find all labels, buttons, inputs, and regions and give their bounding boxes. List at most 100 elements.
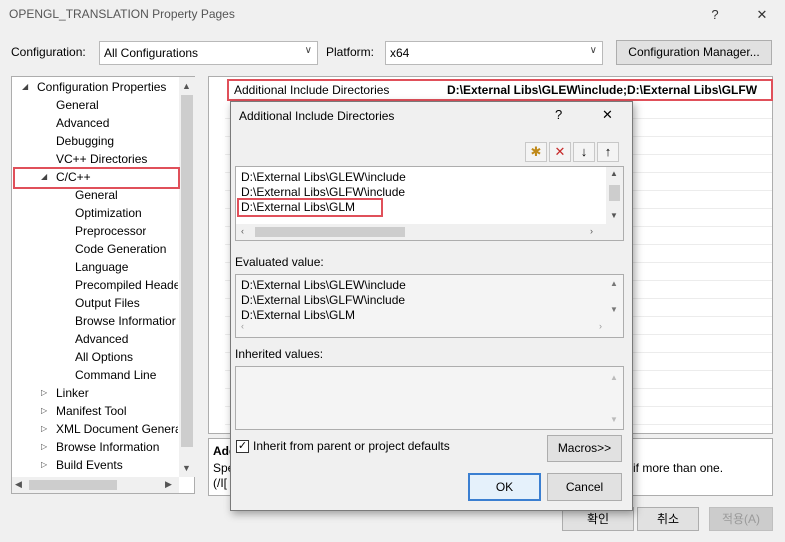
tree-item[interactable]: Precompiled Heade xyxy=(12,276,178,294)
scroll-thumb[interactable] xyxy=(609,185,620,201)
collapsed-icon[interactable]: ▷ xyxy=(41,384,51,402)
scroll-left-icon[interactable]: ◀ xyxy=(15,479,22,490)
tree-item[interactable]: Language xyxy=(12,258,178,276)
tree-item[interactable]: ▷ Manifest Tool xyxy=(12,402,178,420)
configuration-manager-button[interactable]: Configuration Manager... xyxy=(616,40,772,65)
tree-item[interactable]: ▷ XML Document Genera xyxy=(12,420,178,438)
evaluated-line: D:\External Libs\GLM xyxy=(241,308,356,322)
tree-horizontal-scrollbar[interactable]: ◀ ▶ xyxy=(12,477,179,493)
list-item[interactable]: D:\External Libs\GLEW\include xyxy=(241,170,406,185)
inherit-checkbox[interactable]: ✓ xyxy=(236,440,249,453)
tree-item[interactable]: Output Files xyxy=(12,294,178,312)
scroll-right-icon[interactable]: ▶ xyxy=(165,479,172,490)
chevron-down-icon: ∨ xyxy=(304,45,312,56)
collapsed-icon[interactable]: ▷ xyxy=(41,420,51,438)
tree-item-label: Manifest Tool xyxy=(56,404,127,418)
scroll-right-icon[interactable]: › xyxy=(590,226,593,236)
macros-button[interactable]: Macros>> xyxy=(547,435,622,462)
tree-item[interactable]: Code Generation xyxy=(12,240,178,258)
collapsed-icon[interactable]: ▷ xyxy=(41,438,51,456)
scroll-up-icon[interactable]: ▲ xyxy=(182,81,191,91)
scroll-up-icon[interactable]: ▲ xyxy=(610,169,618,178)
scroll-thumb[interactable] xyxy=(29,480,117,490)
list-vertical-scrollbar[interactable]: ▲ ▼ xyxy=(606,167,623,224)
directories-list[interactable]: D:\External Libs\GLEW\include D:\Externa… xyxy=(235,166,624,241)
tree-item-label: Browse Information xyxy=(56,440,160,454)
scroll-thumb[interactable] xyxy=(255,227,405,237)
dialog-help-button[interactable]: ? xyxy=(555,107,562,122)
tree-item-label: Code Generation xyxy=(75,242,167,256)
tree-item[interactable]: Preprocessor xyxy=(12,222,178,240)
ok-button[interactable]: OK xyxy=(468,473,541,501)
tree-item[interactable]: All Options xyxy=(12,348,178,366)
checkmark-icon: ✓ xyxy=(237,440,248,452)
dialog-close-button[interactable]: ✕ xyxy=(602,107,613,123)
description-line1-right: if more than one. xyxy=(633,461,724,475)
selected-item-highlight xyxy=(237,198,383,217)
tree-item[interactable]: VC++ Directories xyxy=(12,150,178,168)
cancel-button[interactable]: Cancel xyxy=(547,473,622,501)
scroll-down-icon[interactable]: ▼ xyxy=(610,305,618,314)
tree-item-label: Optimization xyxy=(75,206,142,220)
tree-item-label: Command Line xyxy=(75,368,157,382)
scroll-up-icon[interactable]: ▲ xyxy=(610,279,618,288)
tree-item[interactable]: Debugging xyxy=(12,132,178,150)
scroll-down-icon[interactable]: ▼ xyxy=(610,211,618,220)
help-button[interactable]: ? xyxy=(695,2,735,28)
list-horizontal-scrollbar[interactable]: ‹ › xyxy=(236,224,623,240)
window-titlebar: OPENGL_TRANSLATION Property Pages ? ✕ xyxy=(0,0,785,30)
tree-item[interactable]: General xyxy=(12,96,178,114)
close-button[interactable]: ✕ xyxy=(742,2,782,28)
tree-item[interactable]: Advanced xyxy=(12,114,178,132)
tree-item[interactable]: Command Line xyxy=(12,366,178,384)
cpp-selection-highlight xyxy=(13,167,180,189)
description-line2: (/I[ xyxy=(213,476,227,490)
tree-item-label: General xyxy=(56,98,99,112)
tree-vertical-scrollbar[interactable]: ▲ ▼ xyxy=(179,77,195,477)
scroll-down-icon[interactable]: ▼ xyxy=(182,463,191,473)
new-line-icon[interactable]: ✱ xyxy=(525,142,547,162)
evaluated-line: D:\External Libs\GLFW\include xyxy=(241,293,406,307)
evaluated-line: D:\External Libs\GLEW\include xyxy=(241,278,406,292)
tree-item-label: Advanced xyxy=(75,332,129,346)
scroll-left-icon[interactable]: ‹ xyxy=(241,226,244,236)
apply-button[interactable]: 적용(A) xyxy=(709,507,773,531)
scroll-left-icon[interactable]: ‹ xyxy=(241,321,244,331)
tree-item[interactable]: Browse Informatior xyxy=(12,312,178,330)
tree-item-label: Precompiled Heade xyxy=(75,278,178,292)
tree-item[interactable]: ▷ Linker xyxy=(12,384,178,402)
configuration-value: All Configurations xyxy=(104,46,199,60)
tree-item-label: VC++ Directories xyxy=(56,152,148,166)
evaluated-box: D:\External Libs\GLEW\include D:\Externa… xyxy=(235,274,624,338)
tree-item[interactable]: ▷ Browse Information xyxy=(12,438,178,456)
platform-value: x64 xyxy=(390,46,410,60)
footer-cancel-button[interactable]: 취소 xyxy=(637,507,699,531)
property-tree: ◢ Configuration Properties General Advanced… xyxy=(11,76,195,494)
scroll-right-icon[interactable]: › xyxy=(599,321,602,331)
collapsed-icon[interactable]: ▷ xyxy=(41,402,51,420)
tree-item-label: Configuration Properties xyxy=(37,80,167,94)
tree-item-label: Preprocessor xyxy=(75,224,147,238)
delete-icon[interactable]: ✕ xyxy=(549,142,571,162)
include-directories-dialog: Additional Include Directories ? ✕ ✱ ✕ ↓… xyxy=(230,101,633,511)
platform-combobox[interactable]: x64 ∨ xyxy=(385,41,603,65)
tree-item-label: Output Files xyxy=(75,296,140,310)
configuration-label: Configuration: xyxy=(11,45,86,59)
scroll-down-icon[interactable]: ▼ xyxy=(610,415,618,424)
move-down-icon[interactable]: ↓ xyxy=(573,142,595,162)
property-value[interactable]: D:\External Libs\GLEW\include;D:\Externa… xyxy=(447,83,772,97)
move-up-icon[interactable]: ↑ xyxy=(597,142,619,162)
tree-item[interactable]: Optimization xyxy=(12,204,178,222)
tree-item-label: Advanced xyxy=(56,116,110,130)
dialog-title: Additional Include Directories xyxy=(239,109,395,123)
scroll-thumb[interactable] xyxy=(181,95,193,447)
inherit-checkbox-label[interactable]: Inherit from parent or project defaults xyxy=(253,439,450,453)
tree-item[interactable]: ◢ Configuration Properties xyxy=(12,78,178,96)
scroll-up-icon[interactable]: ▲ xyxy=(610,373,618,382)
expanded-icon[interactable]: ◢ xyxy=(22,78,32,96)
configuration-combobox[interactable]: All Configurations ∨ xyxy=(99,41,318,65)
tree-item[interactable]: ▷ Build Events xyxy=(12,456,178,474)
collapsed-icon[interactable]: ▷ xyxy=(41,456,51,474)
platform-label: Platform: xyxy=(326,45,375,59)
tree-item[interactable]: Advanced xyxy=(12,330,178,348)
